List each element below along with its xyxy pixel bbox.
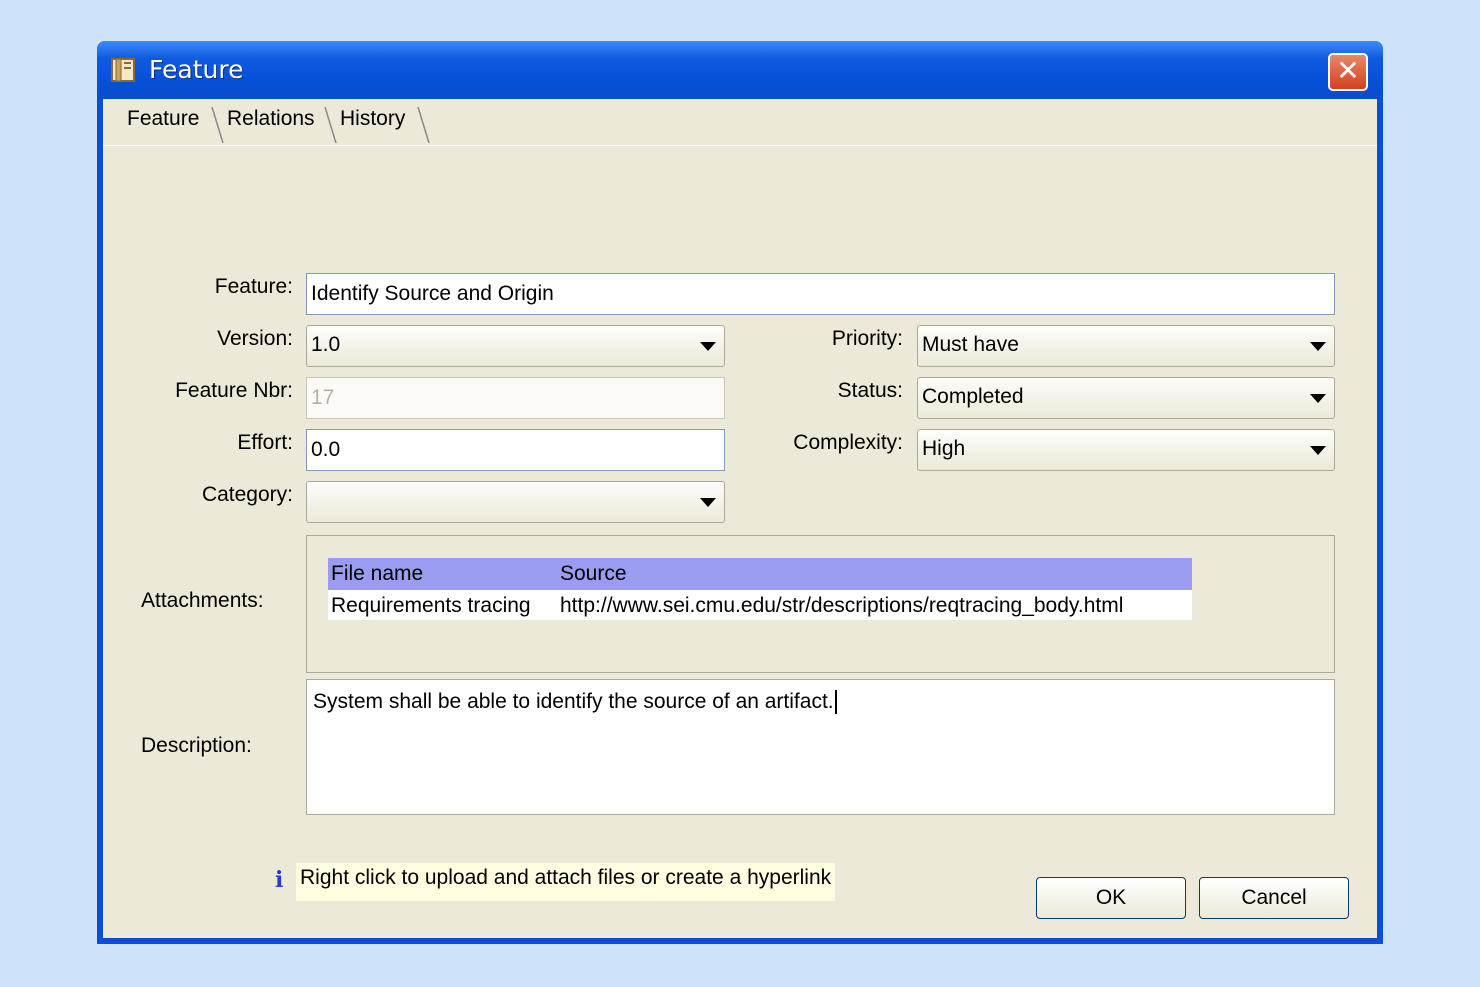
category-select[interactable] [306,481,725,523]
info-icon: i [275,867,284,893]
status-label: Status: [837,379,903,402]
effort-label: Effort: [237,431,293,454]
tab-strip: Feature Relations History [103,99,1377,146]
chevron-down-icon [700,342,716,351]
table-header: File name Source [328,558,1192,590]
chevron-down-icon [700,498,716,507]
chevron-down-icon [1310,342,1326,351]
ok-button[interactable]: OK [1036,877,1186,919]
attachments-label: Attachments: [141,589,264,612]
title-bar[interactable]: Feature ✕ [97,41,1383,99]
tab-divider [324,107,337,143]
close-button[interactable]: ✕ [1328,53,1368,91]
feature-dialog: Feature ✕ Feature Relations History Feat… [97,41,1383,944]
description-textarea[interactable]: System shall be able to identify the sou… [306,679,1335,815]
feature-label: Feature: [214,275,293,298]
cancel-button[interactable]: Cancel [1199,877,1349,919]
feature-nbr-input [306,377,725,419]
description-text: System shall be able to identify the sou… [313,690,834,713]
column-header-source[interactable]: Source [560,562,627,586]
tab-history[interactable]: History [340,107,405,141]
feature-input[interactable] [306,273,1335,315]
priority-label: Priority: [831,327,903,350]
book-icon [111,58,135,82]
priority-value: Must have [922,333,1019,356]
tab-divider [211,107,224,143]
description-label: Description: [141,734,252,757]
feature-nbr-label: Feature Nbr: [175,379,293,402]
attachments-table: File name Source Requirements tracing ht… [328,558,1192,620]
dialog-body: Feature Relations History Feature: Versi… [103,99,1377,938]
attachment-source-link[interactable]: http://www.sei.cmu.edu/str/descriptions/… [560,594,1123,618]
table-row[interactable]: Requirements tracing http://www.sei.cmu.… [328,590,1192,620]
window-title: Feature [149,55,244,84]
text-caret [834,690,837,715]
version-select[interactable]: 1.0 [306,325,725,367]
version-value: 1.0 [311,333,341,356]
attachment-file-name: Requirements tracing [331,594,531,617]
hint-text: Right click to upload and attach files o… [296,863,836,901]
complexity-select[interactable]: High [917,429,1335,471]
close-icon: ✕ [1336,54,1360,87]
effort-input[interactable] [306,429,725,471]
attachments-panel[interactable]: File name Source Requirements tracing ht… [306,535,1335,673]
tab-divider [417,107,430,143]
version-label: Version: [217,327,293,350]
status-value: Completed [922,385,1024,408]
status-select[interactable]: Completed [917,377,1335,419]
complexity-value: High [922,437,966,460]
tab-feature[interactable]: Feature [127,107,199,141]
category-label: Category: [201,483,293,506]
column-header-file-name[interactable]: File name [331,562,423,586]
tab-relations[interactable]: Relations [227,107,315,141]
priority-select[interactable]: Must have [917,325,1335,367]
chevron-down-icon [1310,394,1326,403]
chevron-down-icon [1310,446,1326,455]
complexity-label: Complexity: [793,431,903,454]
